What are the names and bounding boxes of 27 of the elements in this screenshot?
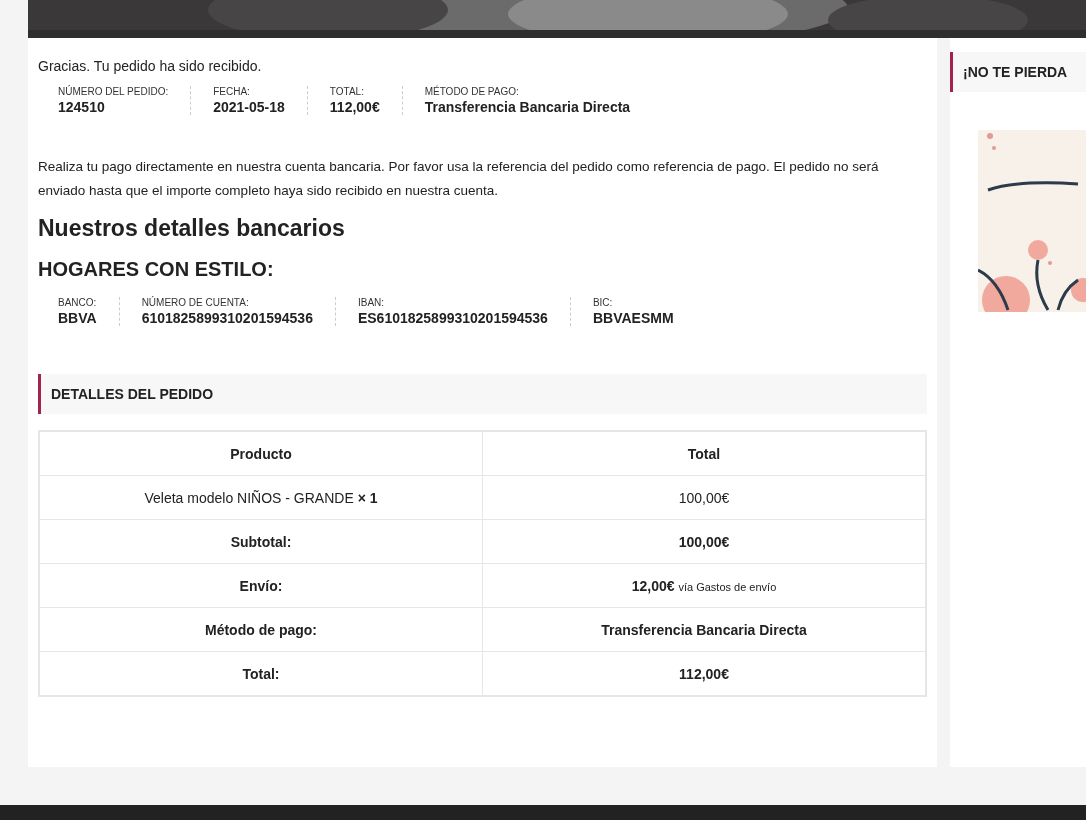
section-heading: Nuestros detalles bancarios: [38, 215, 346, 242]
bank-label: IBAN:: [357, 297, 386, 308]
table-cell: Envío:: [39, 563, 483, 608]
bank-label: NÚMERO DE CUENTA:: [141, 297, 250, 308]
sidebar-title: ¡NO TE PIERDA: [950, 52, 1086, 92]
section-title: DETALLES DEL PEDIDO: [38, 374, 927, 414]
column-header: Producto: [39, 431, 483, 476]
account-name: HOGARES CON ESTILO:: [38, 258, 275, 281]
overview-label: TOTAL:: [329, 86, 365, 97]
confirmation-message: Gracias. Tu pedido ha sido recibido.: [38, 58, 263, 74]
bank-value: BBVAESMM: [592, 310, 674, 326]
bank-label: BIC:: [592, 297, 614, 308]
bank-label: BANCO:: [58, 297, 97, 308]
overview-label: FECHA:: [213, 86, 251, 97]
bank-value: BBVA: [58, 310, 97, 326]
overview-value: 2021-05-18: [213, 99, 285, 115]
bank-value: 6101825899310201594536: [141, 310, 313, 326]
table-cell: Método de pago:: [39, 607, 483, 652]
table-cell: Veleta modelo NIÑOS - GRANDE × 1: [39, 475, 483, 520]
payment-instructions: Realiza tu pago directamente en nuestra cuenta bancaria. Por favor usa la referencia del pedido como referencia de pago. El pedido no será enviado hasta que el importe completo haya sido recibido en nuestra cuenta.: [38, 158, 880, 200]
overview-label: MÉTODO DE PAGO:: [424, 86, 520, 97]
overview-value: 124510: [58, 99, 106, 115]
overview-value: Transferencia Bancaria Directa: [424, 99, 631, 115]
overview-label: NÚMERO DEL PEDIDO:: [58, 86, 169, 97]
overview-value: 112,00€: [329, 99, 380, 115]
table-cell: Subtotal:: [39, 519, 483, 564]
bank-value: ES6101825899310201594536: [357, 310, 548, 326]
